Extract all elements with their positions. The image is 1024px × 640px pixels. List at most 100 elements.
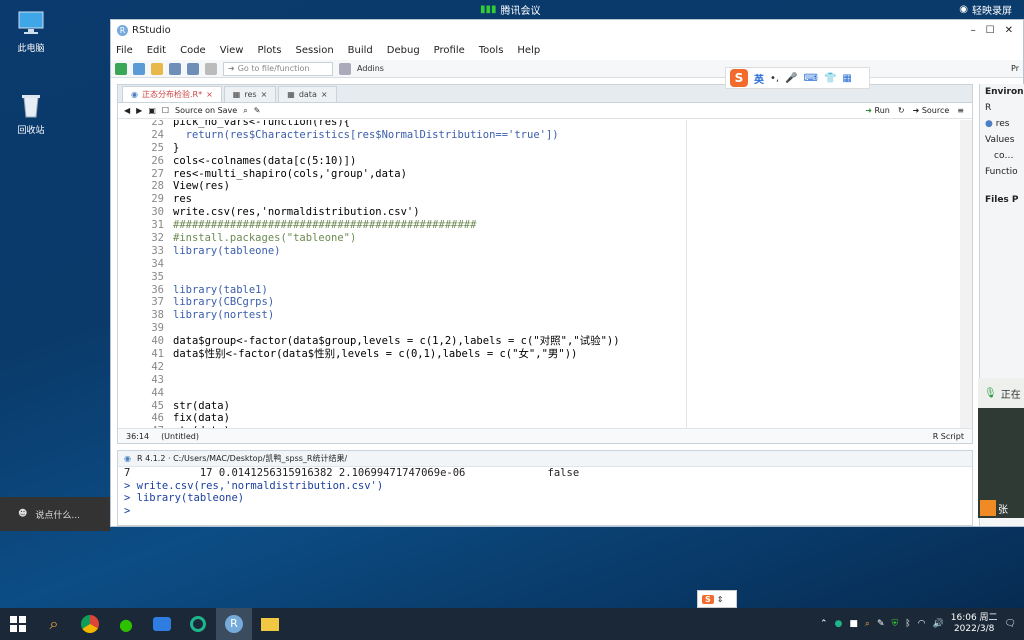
toolbox-icon[interactable]: ▦: [842, 73, 851, 84]
taskbar-wechat[interactable]: ●: [108, 608, 144, 640]
code-line[interactable]: res: [173, 193, 958, 206]
code-line[interactable]: }: [173, 142, 958, 155]
code-line[interactable]: View(res): [173, 180, 958, 193]
menu-debug[interactable]: Debug: [387, 45, 420, 56]
skin-icon[interactable]: 👕: [824, 73, 836, 84]
taskbar-search[interactable]: ⌕: [36, 608, 72, 640]
wifi-icon[interactable]: ◠: [918, 619, 926, 629]
print-icon[interactable]: [205, 62, 217, 75]
code-line[interactable]: write.csv(res,'normaldistribution.csv'): [173, 206, 958, 219]
source-on-save-checkbox[interactable]: ☐: [162, 106, 169, 115]
code-line[interactable]: ########################################…: [173, 219, 958, 232]
code-line[interactable]: library(CBCgrps): [173, 296, 958, 309]
save-all-icon[interactable]: [187, 62, 199, 75]
chat-input-pill[interactable]: ☻ 说点什么...: [0, 497, 110, 531]
run-button[interactable]: ➜ Run: [865, 106, 890, 115]
new-project-icon[interactable]: [133, 62, 145, 75]
recorder-indicator[interactable]: ◉ 轻映录屏: [959, 2, 1012, 17]
search-icon[interactable]: ⌕: [243, 106, 247, 116]
forward-icon[interactable]: ▶: [136, 106, 142, 115]
taskbar-recorder[interactable]: [180, 608, 216, 640]
scope-selector[interactable]: (Untitled): [161, 432, 199, 441]
ime-punct-toggle[interactable]: •,: [770, 73, 779, 84]
taskbar-chrome[interactable]: [72, 608, 108, 640]
code-line[interactable]: [173, 271, 958, 284]
code-line[interactable]: library(nortest): [173, 309, 958, 322]
menu-help[interactable]: Help: [517, 45, 540, 56]
code-line[interactable]: fix(data): [173, 412, 958, 425]
tab-environment[interactable]: Environm: [980, 84, 1024, 100]
project-label[interactable]: Pr: [1011, 64, 1023, 73]
code-lines[interactable]: pick_no_vars<-function(res){ return(res$…: [173, 120, 958, 428]
start-button[interactable]: [0, 608, 36, 640]
menu-edit[interactable]: Edit: [147, 45, 166, 56]
code-line[interactable]: library(tableone): [173, 245, 958, 258]
menu-profile[interactable]: Profile: [434, 45, 465, 56]
close-tab-icon[interactable]: ×: [261, 90, 268, 99]
pen-icon[interactable]: ✎: [877, 619, 885, 629]
tab-res[interactable]: ▦ res ×: [223, 86, 277, 102]
code-line[interactable]: [173, 387, 958, 400]
goto-file-input[interactable]: ➜ Go to file/function: [223, 61, 333, 76]
notification-icon[interactable]: 🗨: [1005, 619, 1016, 629]
code-line[interactable]: cols<-colnames(data[c(5:10)]): [173, 155, 958, 168]
code-line[interactable]: library(table1): [173, 284, 958, 297]
taskbar-rstudio[interactable]: R: [216, 608, 252, 640]
code-line[interactable]: [173, 322, 958, 335]
tray-app-icon[interactable]: ■: [849, 619, 858, 629]
meeting-widget[interactable]: 🎙 正在 张: [978, 378, 1024, 518]
wand-icon[interactable]: ✎: [254, 106, 261, 115]
new-file-icon[interactable]: [115, 62, 127, 75]
chevron-up-icon[interactable]: ⌃: [820, 619, 828, 629]
microphone-icon[interactable]: 🎤: [785, 73, 797, 84]
grid-icon[interactable]: [339, 62, 351, 75]
addins-menu[interactable]: Addins: [357, 64, 384, 73]
keyboard-icon[interactable]: ⌨: [804, 73, 818, 84]
outline-icon[interactable]: ≡: [957, 106, 964, 115]
back-icon[interactable]: ◀: [124, 106, 130, 115]
menu-plots[interactable]: Plots: [257, 45, 281, 56]
clock[interactable]: 16:06 周二 2022/3/8: [951, 613, 998, 635]
tab-files[interactable]: Files P: [980, 192, 1024, 208]
close-tab-icon[interactable]: ×: [321, 90, 328, 99]
env-item-co[interactable]: co…: [980, 148, 1024, 164]
code-line[interactable]: [173, 258, 958, 271]
meeting-indicator[interactable]: ▮▮▮ 腾讯会议: [480, 2, 541, 17]
tray-app-icon[interactable]: ●: [835, 619, 843, 629]
code-line[interactable]: [173, 361, 958, 374]
maximize-button[interactable]: ☐: [986, 25, 995, 36]
save-icon[interactable]: [169, 62, 181, 75]
volume-icon[interactable]: 🔊: [933, 619, 944, 629]
code-line[interactable]: str(data): [173, 400, 958, 413]
menu-build[interactable]: Build: [348, 45, 373, 56]
console-output[interactable]: 7 17 0.0141256315916382 2.10699471747069…: [118, 467, 972, 517]
ime-status-small[interactable]: S ⇕: [697, 590, 737, 608]
bluetooth-icon[interactable]: ᛒ: [905, 619, 910, 629]
env-item-res[interactable]: ● res: [980, 116, 1024, 132]
file-type-selector[interactable]: R Script: [933, 432, 972, 441]
tab-script[interactable]: ◉ 正态分布检验.R* ×: [122, 86, 222, 102]
desktop-icon-recycle-bin[interactable]: 回收站: [8, 90, 54, 136]
rerun-icon[interactable]: ↻: [898, 106, 905, 115]
shield-icon[interactable]: ⛨: [892, 619, 899, 629]
code-line[interactable]: return(res$Characteristics[res$NormalDis…: [173, 129, 958, 142]
code-line[interactable]: pick_no_vars<-function(res){: [173, 120, 958, 129]
code-line[interactable]: data$group<-factor(data$group,levels = c…: [173, 335, 958, 348]
menu-view[interactable]: View: [220, 45, 244, 56]
code-line[interactable]: [173, 374, 958, 387]
code-line[interactable]: data$性别<-factor(data$性别,levels = c(0,1),…: [173, 348, 958, 361]
ime-mode-toggle[interactable]: 英: [754, 71, 764, 86]
tab-data[interactable]: ▦ data ×: [278, 86, 337, 102]
menu-file[interactable]: File: [116, 45, 133, 56]
minimize-button[interactable]: –: [971, 25, 976, 36]
r-selector[interactable]: R: [985, 103, 991, 113]
editor-scrollbar[interactable]: [960, 120, 972, 428]
close-button[interactable]: ✕: [1005, 25, 1013, 36]
code-line[interactable]: #install.packages("tableone"): [173, 232, 958, 245]
open-folder-icon[interactable]: [151, 62, 163, 75]
menu-tools[interactable]: Tools: [479, 45, 504, 56]
close-tab-icon[interactable]: ×: [206, 90, 213, 99]
taskbar-explorer[interactable]: [252, 608, 288, 640]
code-area[interactable]: 23 24 25 26 27 28 29 30 31 32 33 34 35 36 37 38 39 40 41 42…: [118, 120, 972, 428]
desktop-icon-this-pc[interactable]: 此电脑: [8, 8, 54, 54]
